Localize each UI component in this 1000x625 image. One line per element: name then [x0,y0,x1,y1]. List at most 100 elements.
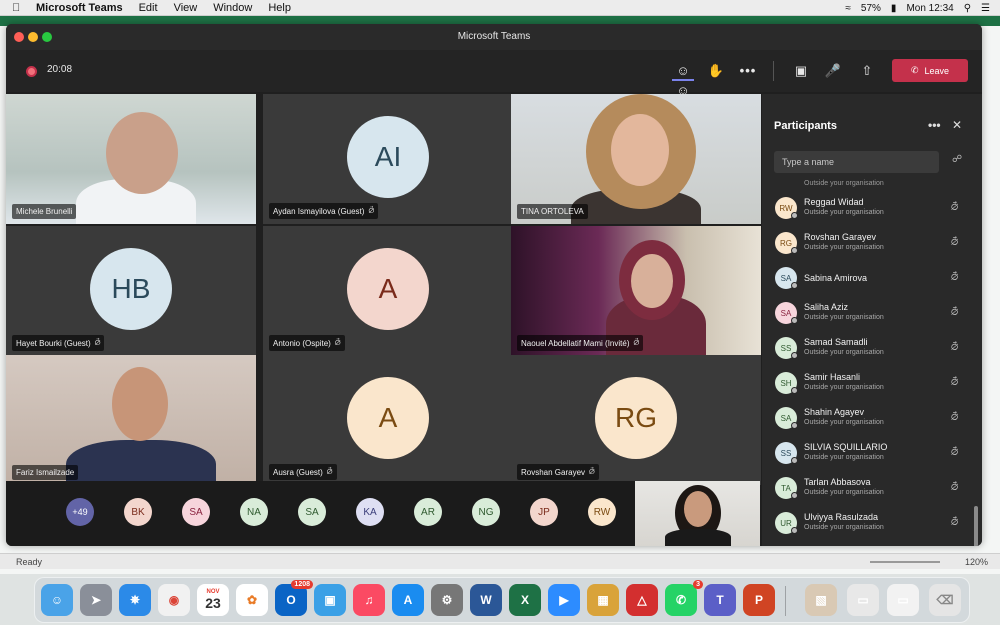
participant-row[interactable]: TA Tarlan Abbasova Outside your organisati… [762,474,982,504]
mic-off-icon[interactable]: ⦳ [951,307,958,318]
raise-hand-icon[interactable]: ✋ [705,61,727,81]
apple-menu-icon[interactable]:  [12,2,26,14]
strip-avatar[interactable]: NA [240,498,268,526]
recent-document-icon[interactable]: ▧ [805,584,837,616]
participant-video-face [106,112,178,194]
participant-row[interactable]: SA Sabina Amirova ⦳ [762,264,982,294]
strip-avatar[interactable]: JP [530,498,558,526]
more-actions-icon[interactable]: ••• [737,61,759,81]
spotlight-icon[interactable]: ⚲ [964,3,971,14]
trash-icon[interactable]: ⌫ [929,584,961,616]
menu-help[interactable]: Help [268,2,291,14]
video-tile-aydan[interactable]: AI Aydan Ismayilova (Guest) ⦳ [263,94,513,224]
participant-name: Samad Samadli [804,337,868,347]
participant-row[interactable]: SA Saliha Aziz Outside your organisation ⦳ [762,299,982,329]
safari-icon[interactable]: ✵ [119,584,151,616]
share-invite-icon[interactable]: ☍ [952,154,962,165]
acrobat-icon[interactable]: △ [626,584,658,616]
video-tile-michele[interactable]: Michele Brunelli [6,94,256,224]
mic-off-icon[interactable]: ⦳ [951,447,958,458]
participant-row[interactable]: UR Ulviyya Rasulzada Outside your organisa… [762,509,982,539]
recent-window-icon[interactable]: ▭ [887,584,919,616]
panel-scrollbar[interactable] [974,506,978,546]
keynote-icon[interactable]: ▣ [314,584,346,616]
video-tile-naouel[interactable]: Naouel Abdellatif Mami (Invité) ⦳ [511,226,761,356]
close-window-button[interactable] [14,32,24,42]
system-preferences-icon[interactable]: ⚙ [431,584,463,616]
share-screen-icon[interactable]: ⇧ [856,61,878,81]
panel-more-options-icon[interactable]: ••• [928,118,941,132]
strip-avatar[interactable]: NG [472,498,500,526]
participant-row[interactable]: SS SILVIA SQUILLARIO Outside your organisa… [762,439,982,469]
menu-view[interactable]: View [174,2,198,14]
mic-off-icon[interactable]: ⦳ [951,202,958,213]
strip-avatar[interactable]: SA [298,498,326,526]
participant-row[interactable]: SA Shahin Agayev Outside your organisation… [762,404,982,434]
recent-window-icon[interactable]: ▭ [847,584,879,616]
wifi-icon[interactable]: ≈ [845,3,851,14]
clock[interactable]: Mon 12:34 [906,3,953,14]
finder-icon[interactable]: ☺ [41,584,73,616]
menu-window[interactable]: Window [213,2,252,14]
toolbar-divider [773,61,774,81]
presence-status-icon [791,247,798,254]
close-icon[interactable]: ✕ [952,118,962,132]
word-icon[interactable]: W [470,584,502,616]
mic-off-icon[interactable]: ⦳ [951,237,958,248]
zoom-level[interactable]: 120% [965,557,988,567]
menu-edit[interactable]: Edit [139,2,158,14]
video-tile-fariz[interactable]: Fariz Ismailzade [6,355,256,485]
mic-off-icon[interactable]: ⦳ [951,412,958,423]
battery-percent[interactable]: 57% [861,3,881,14]
participant-row[interactable]: SH Samir Hasanli Outside your organisation… [762,369,982,399]
strip-avatar-initials: SA [189,506,203,518]
menu-app-name[interactable]: Microsoft Teams [36,2,123,14]
powerpoint-icon[interactable]: P [743,584,775,616]
chrome-icon[interactable]: ◉ [158,584,190,616]
self-video-preview[interactable] [635,481,760,546]
presence-status-icon [791,212,798,219]
mic-off-icon[interactable]: ⦳ [951,342,958,353]
minimize-window-button[interactable] [28,32,38,42]
video-tile-tina[interactable]: TINA ORTOLEVA [511,94,761,224]
zoom-slider[interactable] [870,561,940,563]
video-tile-rovshan[interactable]: RG Rovshan Garayev ⦳ [511,355,761,485]
calendar-icon[interactable]: NOV 23 [197,584,229,616]
video-tile-antonio[interactable]: A Antonio (Ospite) ⦳ [263,226,513,356]
mic-off-icon[interactable]: ⦳ [951,272,958,283]
zoom-window-button[interactable] [42,32,52,42]
strip-avatar[interactable]: RW [588,498,616,526]
participant-row[interactable]: RG Rovshan Garayev Outside your organisati… [762,229,982,259]
participant-list: Outside your organisation RW Reggad Widad… [762,178,982,544]
control-center-icon[interactable]: ☰ [981,3,990,14]
launchpad-icon[interactable]: ➤ [80,584,112,616]
photos-icon[interactable]: ✿ [236,584,268,616]
zoom-icon[interactable]: ▶ [548,584,580,616]
search-input[interactable] [774,151,939,173]
whatsapp-icon[interactable]: ✆ 3 [665,580,703,616]
mic-off-icon[interactable]: ⦳ [951,517,958,528]
participant-row[interactable]: RW Reggad Widad Outside your organisation ⦳ [762,194,982,224]
mic-off-icon[interactable]: ⦳ [951,377,958,388]
excel-icon[interactable]: X [509,584,541,616]
strip-avatar[interactable]: SA [182,498,210,526]
video-tile-ausra[interactable]: A Ausra (Guest) ⦳ [263,355,513,485]
video-tile-hayet[interactable]: HB Hayet Bourki (Guest) ⦳ [6,226,256,356]
presence-status-icon [791,492,798,499]
camera-icon[interactable]: ▣ [790,61,812,81]
mic-off-icon[interactable]: ⦳ [951,482,958,493]
battery-icon[interactable]: ▮ [891,3,897,14]
participants-icon[interactable]: ☺☺ [672,61,694,98]
participant-row[interactable]: SS Samad Samadli Outside your organisation… [762,334,982,364]
music-icon[interactable]: ♫ [353,584,385,616]
calculator-icon[interactable]: ▦ [587,584,619,616]
leave-button[interactable]: ✆ Leave [892,59,968,82]
outlook-icon[interactable]: O 1208 [275,580,313,616]
app-store-icon[interactable]: A [392,584,424,616]
strip-avatar[interactable]: KA [356,498,384,526]
strip-avatar[interactable]: BK [124,498,152,526]
microphone-icon[interactable]: 🎤 [822,61,844,81]
strip-avatar[interactable]: AR [414,498,442,526]
teams-icon[interactable]: T [704,584,736,616]
more-participants-button[interactable]: +49 [66,498,94,526]
